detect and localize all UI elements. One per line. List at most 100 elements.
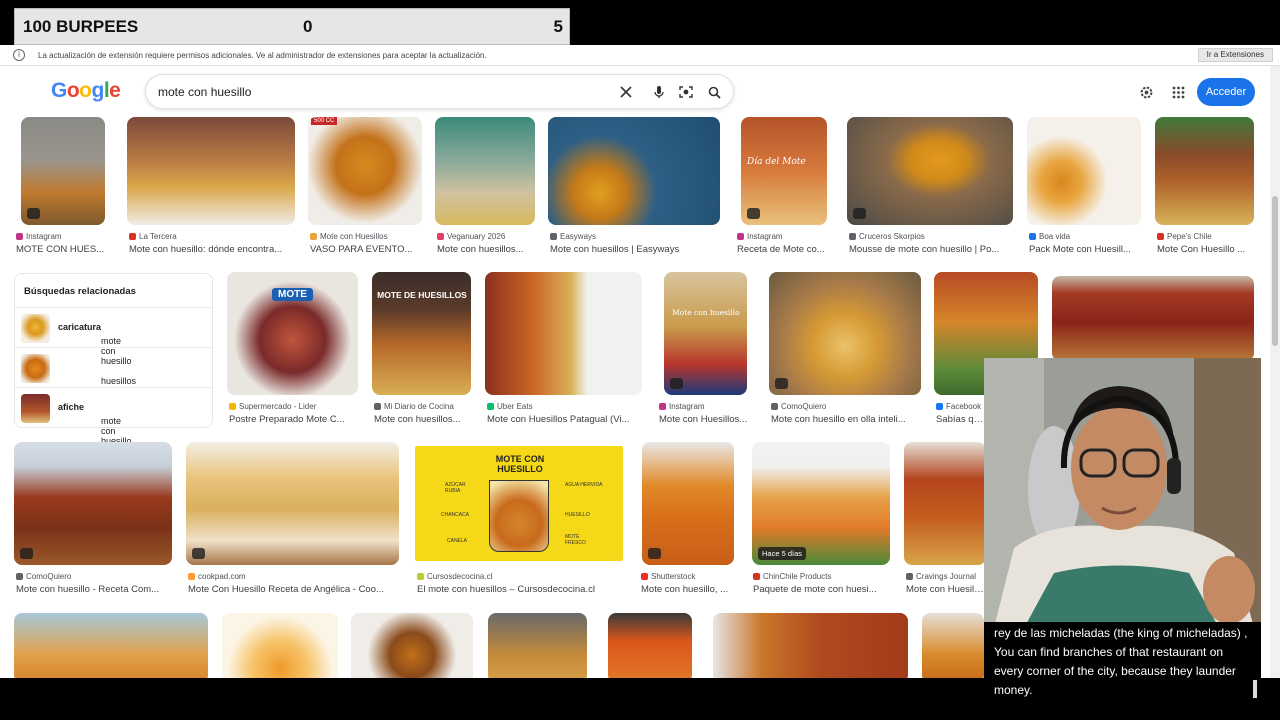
result-caption[interactable]: Mote con huesillos | Easyways [550, 244, 725, 255]
search-box[interactable] [145, 74, 734, 109]
result-caption[interactable]: Pack Mote con Huesill... [1029, 244, 1144, 255]
result-caption[interactable]: Mote con huesillos... [437, 244, 542, 255]
source-name[interactable]: Pepe's Chile [1167, 232, 1212, 241]
result-thumbnail[interactable] [847, 117, 1013, 225]
result-source[interactable]: Instagram [659, 402, 754, 411]
result-thumbnail[interactable] [21, 117, 105, 225]
result-caption[interactable]: Paquete de mote con huesi... [753, 584, 893, 595]
result-source[interactable]: Facebook [936, 402, 984, 411]
source-name[interactable]: Instagram [669, 402, 705, 411]
result-caption[interactable]: Mote Con Huesillo ... [1157, 244, 1257, 255]
result-source[interactable]: Cravings Journal [906, 572, 984, 581]
result-source[interactable]: ChinChile Products [753, 572, 893, 581]
result-thumbnail[interactable] [769, 272, 921, 395]
source-name[interactable]: Veganuary 2026 [447, 232, 505, 241]
microphone-icon[interactable] [651, 84, 667, 100]
result-source[interactable]: Easyways [550, 232, 725, 241]
result-caption[interactable]: Mote con huesillo en olla inteli... [771, 414, 921, 425]
source-name[interactable]: Instagram [747, 232, 783, 241]
source-name[interactable]: ComoQuiero [781, 402, 826, 411]
result-thumbnail[interactable] [222, 613, 338, 678]
result-caption[interactable]: Mote con huesillo: dónde encontra... [129, 244, 299, 255]
result-caption[interactable]: El mote con huesillos – Cursosdecocina.c… [417, 584, 627, 595]
result-source[interactable]: Veganuary 2026 [437, 232, 542, 241]
source-name[interactable]: Easyways [560, 232, 596, 241]
result-thumbnail[interactable] [351, 613, 473, 678]
related-search-item[interactable]: mote con huesillo caricatura [15, 307, 212, 366]
result-thumbnail[interactable] [904, 442, 986, 565]
result-thumbnail[interactable]: 500 CC [308, 117, 422, 225]
result-caption[interactable]: Mote Con Huesillo Receta de Angélica - C… [188, 584, 403, 595]
result-thumbnail[interactable] [1155, 117, 1254, 225]
result-thumbnail[interactable] [642, 442, 734, 565]
clear-icon[interactable] [618, 84, 634, 100]
result-thumbnail[interactable]: MOTE CON HUESILLO AZÚCAR RUBIA AGUA HERV… [415, 446, 623, 561]
scrollbar-thumb[interactable] [1272, 196, 1278, 346]
result-source[interactable]: ComoQuiero [16, 572, 176, 581]
result-thumbnail[interactable] [548, 117, 720, 225]
result-thumbnail[interactable] [1052, 276, 1254, 361]
source-name[interactable]: Mi Diario de Cocina [384, 402, 454, 411]
related-search-label[interactable]: afiche mote con huesillo [58, 402, 132, 446]
result-source[interactable]: ComoQuiero [771, 402, 921, 411]
result-thumbnail[interactable] [127, 117, 295, 225]
result-caption[interactable]: Postre Preparado Mote C... [229, 414, 359, 425]
result-thumbnail[interactable] [14, 442, 172, 565]
result-thumbnail[interactable] [608, 613, 692, 678]
search-icon[interactable] [706, 84, 722, 100]
related-search-item[interactable]: afiche mote con huesillo [15, 387, 212, 446]
source-name[interactable]: Cravings Journal [916, 572, 976, 581]
result-caption[interactable]: Mousse de mote con huesillo | Po... [849, 244, 1019, 255]
result-source[interactable]: Instagram [737, 232, 832, 241]
source-name[interactable]: Instagram [26, 232, 62, 241]
result-caption[interactable]: VASO PARA EVENTO... [310, 244, 425, 255]
result-source[interactable]: Supermercado - Lider [229, 402, 359, 411]
source-name[interactable]: ComoQuiero [26, 572, 71, 581]
result-caption[interactable]: Mote con huesillo - Receta Com... [16, 584, 176, 595]
related-search-label[interactable]: mote con huesillo caricatura [58, 322, 132, 366]
source-name[interactable]: Mote con Huesillos [320, 232, 388, 241]
lens-camera-icon[interactable] [678, 84, 694, 100]
source-name[interactable]: cookpad.com [198, 572, 246, 581]
result-thumbnail[interactable]: Hace 5 días [752, 442, 890, 565]
source-name[interactable]: Supermercado - Lider [239, 402, 316, 411]
search-input[interactable] [158, 83, 598, 101]
result-caption[interactable]: Mote con huesillos... [374, 414, 474, 425]
result-caption[interactable]: Sabías que... [936, 414, 984, 425]
result-caption[interactable]: Mote con Huesill... [906, 584, 984, 595]
result-caption[interactable]: MOTE CON HUES... [16, 244, 116, 255]
result-source[interactable]: Cruceros Skorpios [849, 232, 1019, 241]
result-thumbnail[interactable] [14, 613, 208, 678]
settings-gear-icon[interactable] [1138, 84, 1154, 100]
result-source[interactable]: Boa vida [1029, 232, 1144, 241]
source-name[interactable]: Facebook [946, 402, 981, 411]
result-source[interactable]: La Tercera [129, 232, 299, 241]
sign-in-button[interactable]: Acceder [1197, 78, 1255, 106]
result-caption[interactable]: Mote con Huesillos... [659, 414, 754, 425]
result-thumbnail[interactable] [435, 117, 535, 225]
result-thumbnail[interactable]: Mote con huesillo [664, 272, 747, 395]
result-source[interactable]: Pepe's Chile [1157, 232, 1257, 241]
source-name[interactable]: Cruceros Skorpios [859, 232, 925, 241]
result-source[interactable]: Shutterstock [641, 572, 736, 581]
go-to-extensions-button[interactable]: Ir a Extensiones [1197, 48, 1273, 62]
result-source[interactable]: Cursosdecocina.cl [417, 572, 627, 581]
apps-grid-icon[interactable] [1170, 84, 1186, 100]
result-source[interactable]: cookpad.com [188, 572, 403, 581]
source-name[interactable]: Uber Eats [497, 402, 533, 411]
related-search-item[interactable]: huesillos [15, 347, 212, 387]
source-name[interactable]: Boa vida [1039, 232, 1070, 241]
source-name[interactable]: Cursosdecocina.cl [427, 572, 492, 581]
result-thumbnail[interactable]: MOTE [227, 272, 358, 395]
result-thumbnail[interactable] [1027, 117, 1141, 225]
result-caption[interactable]: Receta de Mote co... [737, 244, 832, 255]
result-thumbnail[interactable]: MOTE DE HUESILLOS [372, 272, 471, 395]
result-source[interactable]: Instagram [16, 232, 116, 241]
result-caption[interactable]: Mote con huesillo, ... [641, 584, 736, 595]
result-source[interactable]: Uber Eats [487, 402, 647, 411]
result-thumbnail[interactable] [922, 613, 984, 678]
result-thumbnail[interactable] [485, 272, 642, 395]
result-thumbnail[interactable] [713, 613, 908, 678]
source-name[interactable]: Shutterstock [651, 572, 695, 581]
source-name[interactable]: La Tercera [139, 232, 177, 241]
